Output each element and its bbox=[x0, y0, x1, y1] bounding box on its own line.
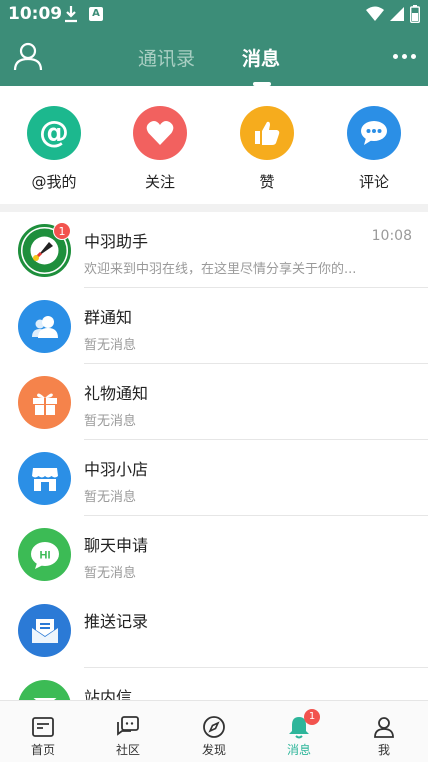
quick-action-comments[interactable]: 评论 bbox=[334, 106, 414, 192]
home-icon bbox=[13, 715, 73, 739]
list-item-group-notice[interactable]: 群通知 暂无消息 bbox=[0, 288, 428, 364]
group-icon bbox=[18, 300, 71, 353]
bottom-navigation: 首页 社区 发现 1 消息 我 bbox=[0, 700, 428, 762]
nav-me[interactable]: 我 bbox=[354, 715, 414, 758]
message-preview: 欢迎来到中羽在线，在这里尽情分享关于你的... bbox=[84, 262, 357, 277]
quick-action-mentions[interactable]: @ @我的 bbox=[14, 106, 94, 192]
message-list: 1 中羽助手 欢迎来到中羽在线，在这里尽情分享关于你的... 10:08 群通知… bbox=[0, 212, 428, 700]
thumbs-up-icon bbox=[240, 106, 294, 160]
status-bar: 10:09 A bbox=[0, 0, 428, 30]
wifi-icon bbox=[366, 6, 384, 21]
message-preview: 暂无消息 bbox=[84, 566, 137, 581]
quick-action-follow[interactable]: 关注 bbox=[120, 106, 200, 192]
nav-label: 发现 bbox=[201, 743, 226, 757]
message-preview: 暂无消息 bbox=[84, 338, 137, 353]
message-title: 站内信 bbox=[84, 688, 133, 700]
message-preview: 暂无消息 bbox=[84, 490, 137, 505]
quick-actions: @ @我的 关注 赞 评论 bbox=[0, 86, 428, 204]
nav-label: 首页 bbox=[30, 743, 55, 757]
shop-icon bbox=[18, 452, 71, 505]
heart-icon bbox=[133, 106, 187, 160]
quick-action-label: 赞 bbox=[259, 173, 275, 191]
list-item-shop[interactable]: 中羽小店 暂无消息 bbox=[0, 440, 428, 516]
compass-icon bbox=[184, 715, 244, 739]
nav-community[interactable]: 社区 bbox=[98, 715, 158, 758]
message-title: 中羽助手 bbox=[84, 232, 149, 251]
message-title: 推送记录 bbox=[84, 612, 149, 631]
message-title: 中羽小店 bbox=[84, 460, 149, 479]
status-time: 10:09 bbox=[8, 4, 63, 24]
tab-contacts[interactable]: 通讯录 bbox=[138, 44, 195, 71]
app-header: 通讯录 消息 bbox=[0, 30, 428, 86]
signal-icon bbox=[390, 7, 404, 21]
unread-badge: 1 bbox=[53, 222, 71, 240]
more-options-icon[interactable] bbox=[393, 54, 416, 59]
bell-icon bbox=[269, 715, 329, 739]
at-icon: @ bbox=[27, 106, 81, 160]
list-item-push-records[interactable]: 推送记录 bbox=[0, 592, 428, 668]
message-title: 礼物通知 bbox=[84, 384, 149, 403]
section-divider bbox=[0, 204, 428, 212]
hi-chat-icon-text: HI bbox=[39, 549, 50, 561]
mail-icon bbox=[18, 680, 71, 700]
profile-icon bbox=[354, 715, 414, 739]
download-icon bbox=[65, 6, 77, 23]
list-item-gift-notice[interactable]: 礼物通知 暂无消息 bbox=[0, 364, 428, 440]
message-title: 群通知 bbox=[84, 308, 133, 327]
gift-icon bbox=[18, 376, 71, 429]
nav-messages[interactable]: 1 消息 bbox=[269, 709, 329, 758]
list-item-inbox[interactable]: 站内信 bbox=[0, 668, 428, 700]
user-profile-icon[interactable] bbox=[13, 41, 43, 71]
quick-action-label: @我的 bbox=[31, 173, 77, 191]
quick-action-label: 关注 bbox=[144, 173, 175, 191]
list-item-chat-request[interactable]: HI 聊天申请 暂无消息 bbox=[0, 516, 428, 592]
quick-action-likes[interactable]: 赞 bbox=[227, 106, 307, 192]
message-preview: 暂无消息 bbox=[84, 414, 137, 429]
quick-action-label: 评论 bbox=[358, 173, 389, 191]
hi-chat-icon: HI bbox=[18, 528, 71, 581]
nav-label: 我 bbox=[377, 743, 390, 757]
message-title: 聊天申请 bbox=[84, 536, 149, 555]
nav-home[interactable]: 首页 bbox=[13, 715, 73, 758]
community-icon bbox=[98, 715, 158, 739]
nav-label: 消息 bbox=[286, 743, 311, 757]
push-record-icon bbox=[18, 604, 71, 657]
nav-discover[interactable]: 发现 bbox=[184, 715, 244, 758]
message-time: 10:08 bbox=[371, 228, 412, 244]
tab-messages[interactable]: 消息 bbox=[242, 44, 280, 71]
nav-unread-badge: 1 bbox=[304, 709, 320, 725]
battery-icon bbox=[410, 5, 420, 23]
comment-icon bbox=[347, 106, 401, 160]
notification-app-icon: A bbox=[89, 7, 103, 21]
list-item-assistant[interactable]: 1 中羽助手 欢迎来到中羽在线，在这里尽情分享关于你的... 10:08 bbox=[0, 212, 428, 288]
nav-label: 社区 bbox=[115, 743, 140, 757]
